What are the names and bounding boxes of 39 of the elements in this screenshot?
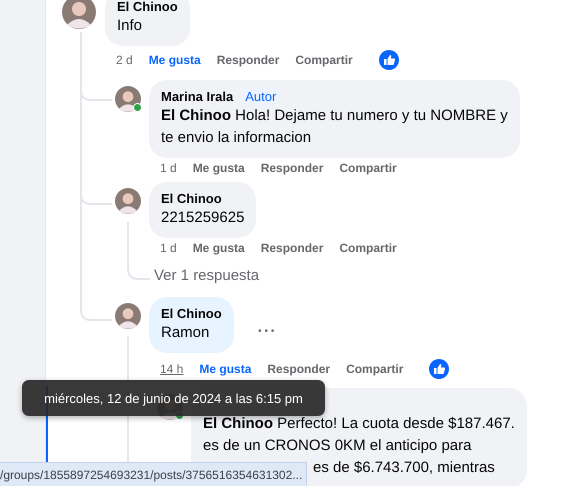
like-link[interactable]: Me gusta xyxy=(148,53,201,67)
comment-time-link[interactable]: 14 h xyxy=(160,362,184,376)
avatar[interactable] xyxy=(62,0,96,29)
like-reaction-icon[interactable] xyxy=(429,359,450,379)
date-tooltip: miércoles, 12 de junio de 2024 a las 6:15 pm xyxy=(22,380,325,416)
comment-time-link[interactable]: 1 d xyxy=(160,161,177,175)
comment-author[interactable]: El Chinoo xyxy=(161,305,222,322)
comment-text: Info xyxy=(117,16,144,36)
reply-link[interactable]: Responder xyxy=(260,241,324,255)
reply-link[interactable]: Responder xyxy=(260,161,324,175)
avatar[interactable] xyxy=(115,188,141,214)
view-replies-link[interactable]: Ver 1 respuesta xyxy=(154,266,572,286)
connector-line xyxy=(127,222,150,280)
comment-text: 2215259625 xyxy=(161,208,244,228)
comment-text: El Chinoo Perfecto! La cuota desde $187.467. xyxy=(203,414,515,434)
comment-text: te envio la informacion xyxy=(161,128,312,148)
like-link[interactable]: Me gusta xyxy=(199,362,252,376)
share-link[interactable]: Compartir xyxy=(295,53,353,67)
like-reaction-icon[interactable] xyxy=(378,50,399,70)
share-link[interactable]: Compartir xyxy=(346,362,404,376)
like-link[interactable]: Me gusta xyxy=(192,161,245,175)
reply-link[interactable]: Responder xyxy=(216,53,280,67)
status-bar-url: /groups/1855897254693231/posts/3756516354631302... xyxy=(0,462,308,486)
comment-text: Ramon xyxy=(161,323,210,343)
comment-author[interactable]: El Chinoo xyxy=(161,190,222,207)
share-link[interactable]: Compartir xyxy=(339,161,397,175)
author-badge: Autor xyxy=(241,88,280,105)
comment-author[interactable]: El Chinoo xyxy=(117,0,178,15)
more-options-icon[interactable]: ··· xyxy=(258,323,277,341)
comment-author[interactable]: Marina Irala xyxy=(161,88,234,105)
share-link[interactable]: Compartir xyxy=(339,241,397,255)
comment-text: El Chinoo Hola! Dejame tu numero y tu NOMBRE y xyxy=(161,106,508,126)
comment-time-link[interactable]: 2 d xyxy=(116,53,133,67)
reply-link[interactable]: Responder xyxy=(267,362,330,376)
like-link[interactable]: Me gusta xyxy=(192,241,245,255)
comment-text: es de un CRONOS 0KM el anticipo para xyxy=(203,436,472,456)
avatar[interactable] xyxy=(115,86,141,112)
avatar[interactable] xyxy=(115,303,141,329)
comment-time-link[interactable]: 1 d xyxy=(160,241,177,255)
